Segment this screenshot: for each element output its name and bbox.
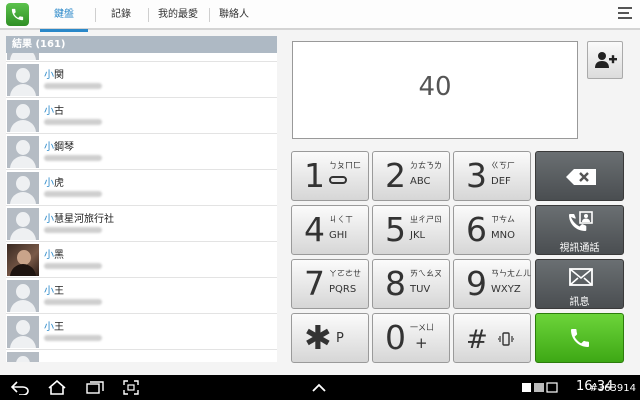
key-hash[interactable]: #	[453, 313, 531, 363]
contact-name: 小王	[44, 322, 64, 333]
top-tab-bar: 鍵盤 記錄 我的最愛 聯絡人	[0, 0, 640, 32]
results-header: 結果 (161)	[6, 36, 277, 53]
contact-number-blurred	[44, 335, 102, 341]
add-contact-button[interactable]	[587, 41, 623, 79]
contact-number-blurred	[44, 299, 102, 305]
list-item[interactable]: 小関	[6, 62, 277, 98]
contact-name: 小黑	[44, 250, 64, 261]
dialed-number-display[interactable]: 40	[292, 41, 578, 139]
message-button[interactable]: 訊息	[535, 259, 624, 309]
contact-name: 小慧星河旅行社	[44, 214, 114, 225]
voicemail-icon	[329, 176, 347, 184]
key-star[interactable]: ✱ P	[291, 313, 369, 363]
vibrate-icon	[498, 332, 514, 346]
avatar	[7, 64, 39, 96]
tab-divider	[209, 8, 210, 22]
search-results-panel: 結果 (161) 0918829201 小関 小古 小鋼琴	[6, 36, 277, 362]
tab-logs[interactable]: 記錄	[100, 0, 142, 30]
chevron-up-icon[interactable]	[311, 383, 327, 393]
avatar	[7, 136, 39, 168]
key-6[interactable]: 6 ㄗㄘㄙ MNO	[453, 205, 531, 255]
contact-name: 小虎	[44, 178, 64, 189]
tab-contacts[interactable]: 聯絡人	[213, 0, 255, 30]
contact-number-blurred	[44, 227, 102, 233]
recent-apps-icon[interactable]	[86, 381, 104, 394]
list-item[interactable]: 小慧星河旅行社	[6, 206, 277, 242]
contact-name: 小関	[44, 70, 64, 81]
list-item[interactable]: 小古	[6, 98, 277, 134]
asterisk-icon: ✱	[304, 318, 332, 357]
list-item[interactable]	[6, 350, 277, 362]
home-icon[interactable]	[47, 380, 67, 395]
contact-name: 小王	[44, 286, 64, 297]
results-list[interactable]: 0918829201 小関 小古 小鋼琴 小虎	[6, 53, 277, 362]
message-label: 訊息	[569, 297, 590, 308]
key-0[interactable]: 0 一ㄨㄩ +	[372, 313, 450, 363]
back-icon[interactable]	[10, 381, 30, 395]
video-call-icon	[569, 211, 593, 231]
contact-number-blurred	[44, 191, 102, 197]
screenshot-icon[interactable]	[123, 380, 139, 395]
avatar	[7, 280, 39, 312]
key-2[interactable]: 2 ㄉㄊㄋㄌ ABC	[372, 151, 450, 201]
video-call-button[interactable]: 視訊通話	[535, 205, 624, 255]
backspace-button[interactable]	[535, 151, 624, 201]
avatar	[7, 53, 39, 60]
phone-app-icon[interactable]	[6, 3, 29, 26]
list-item[interactable]: 小黑	[6, 242, 277, 278]
avatar-photo	[7, 244, 39, 276]
key-8[interactable]: 8 ㄞㄟㄠㄡ TUV	[372, 259, 450, 309]
key-1[interactable]: 1 ㄅㄆㄇㄈ	[291, 151, 369, 201]
contact-number-blurred	[44, 263, 102, 269]
backspace-icon	[566, 169, 596, 185]
tab-favorites[interactable]: 我的最愛	[152, 0, 204, 30]
list-item[interactable]: 0918829201	[6, 53, 277, 62]
avatar	[7, 352, 39, 362]
list-item[interactable]: 小鋼琴	[6, 134, 277, 170]
tab-divider	[95, 8, 96, 22]
phone-icon	[571, 329, 589, 347]
envelope-icon	[569, 268, 593, 286]
avatar	[7, 100, 39, 132]
list-item[interactable]: 小虎	[6, 170, 277, 206]
tab-divider	[148, 8, 149, 22]
key-3[interactable]: 3 ㄍㄎㄏ DEF	[453, 151, 531, 201]
list-item[interactable]: 小王	[6, 314, 277, 350]
avatar	[7, 316, 39, 348]
key-9[interactable]: 9 ㄢㄣㄤㄥㄦ WXYZ	[453, 259, 531, 309]
avatar	[7, 208, 39, 240]
avatar	[7, 172, 39, 204]
contact-number-blurred	[44, 119, 102, 125]
contact-number-blurred	[44, 83, 102, 89]
video-call-label: 視訊通話	[559, 243, 600, 254]
contact-name: 小古	[44, 106, 64, 117]
contact-number-blurred	[44, 155, 102, 161]
add-person-icon	[595, 52, 617, 68]
key-7[interactable]: 7 ㄚㄛㄜㄝ PQRS	[291, 259, 369, 309]
system-navigation-bar: 16:34 #363914	[0, 375, 640, 400]
list-item[interactable]: 小王	[6, 278, 277, 314]
key-5[interactable]: 5 ㄓㄔㄕㄖ JKL	[372, 205, 450, 255]
dialed-number: 40	[418, 72, 452, 102]
contact-name: 小鋼琴	[44, 142, 74, 153]
tab-keypad[interactable]: 鍵盤	[40, 0, 88, 32]
call-button[interactable]	[535, 313, 624, 363]
status-id-text: #363914	[589, 383, 636, 394]
key-4[interactable]: 4 ㄐㄑㄒ GHI	[291, 205, 369, 255]
notification-icons	[522, 382, 558, 393]
overflow-menu-icon[interactable]	[618, 7, 632, 23]
